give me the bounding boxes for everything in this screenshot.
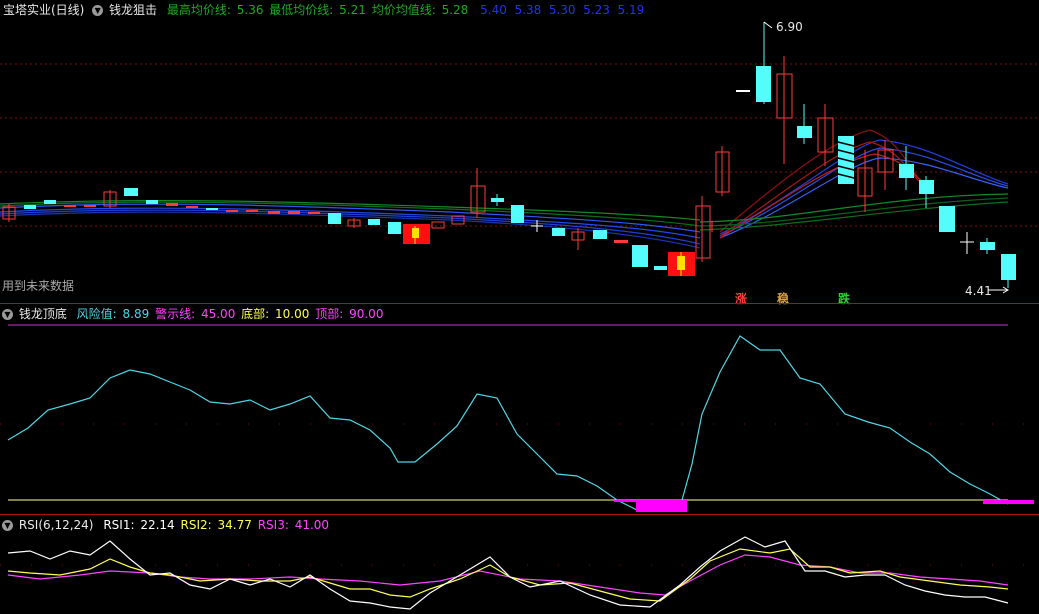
indicator-name: 钱龙狙击	[109, 3, 158, 17]
line3-value: 5.28	[441, 3, 469, 17]
warn-label: 警示线:	[155, 307, 196, 321]
line1-label: 最高均价线:	[166, 3, 231, 17]
bottom-label: 底部:	[241, 307, 270, 321]
line1-value: 5.36	[236, 3, 264, 17]
high-price-label: 6.90	[776, 20, 803, 34]
risk-label: 风险值:	[76, 307, 117, 321]
risk-canvas[interactable]	[0, 304, 1039, 514]
rsi2-value: 34.77	[217, 518, 252, 532]
future-data-note: 用到未来数据	[2, 279, 75, 293]
low-price-label: 4.41	[965, 284, 992, 298]
rsi1-value: 22.14	[140, 518, 175, 532]
risk-indicator-panel[interactable]: ▼ 钱龙顶底 风险值: 8.89 警示线: 45.00 底部: 10.00 顶部…	[0, 304, 1039, 514]
settings-circle-icon[interactable]: ▼	[2, 520, 13, 531]
ma-band-left	[0, 199, 701, 249]
kline-canvas[interactable]	[0, 0, 1039, 303]
bottom-value: 10.00	[275, 307, 310, 321]
main-chart-panel[interactable]: 宝塔实业(日线) ▼ 钱龙狙击 最高均价线: 5.36 最低均价线: 5.21 …	[0, 0, 1039, 306]
striped-candle	[837, 136, 855, 184]
rsi-name: RSI(6,12,24)	[18, 518, 94, 532]
bottom-signal-bar	[636, 500, 687, 512]
risk-line	[7, 335, 1009, 511]
risk-header: ▼ 钱龙顶底 风险值: 8.89 警示线: 45.00 底部: 10.00 顶部…	[0, 304, 385, 324]
settings-circle-icon[interactable]: ▼	[92, 5, 104, 16]
rsi1-label: RSI1:	[103, 518, 135, 532]
rsi-header: ▼ RSI(6,12,24) RSI1: 22.14 RSI2: 34.77 R…	[0, 515, 331, 535]
line2-label: 最低均价线:	[269, 3, 334, 17]
warn-value: 45.00	[200, 307, 236, 321]
stock-name: 宝塔实业(日线)	[3, 3, 85, 17]
main-header: 宝塔实业(日线) ▼ 钱龙狙击 最高均价线: 5.36 最低均价线: 5.21 …	[0, 0, 646, 20]
line3-label: 均价均值线:	[371, 3, 436, 17]
top-value: 90.00	[349, 307, 384, 321]
bottom-signal-bar-right	[983, 500, 1034, 504]
extra-values: 5.40 5.38 5.30 5.23 5.19	[480, 3, 645, 17]
rsi2-label: RSI2:	[180, 518, 212, 532]
rsi-panel[interactable]: ▼ RSI(6,12,24) RSI1: 22.14 RSI2: 34.77 R…	[0, 515, 1039, 614]
line2-value: 5.21	[339, 3, 366, 17]
rsi3-value: 41.00	[294, 518, 330, 532]
settings-circle-icon[interactable]: ▼	[2, 309, 13, 320]
risk-value: 8.89	[122, 307, 150, 321]
rsi3-label: RSI3:	[257, 518, 289, 532]
risk-indicator-name: 钱龙顶底	[18, 307, 67, 321]
candlesticks	[2, 22, 1016, 288]
top-label: 顶部:	[315, 307, 344, 321]
